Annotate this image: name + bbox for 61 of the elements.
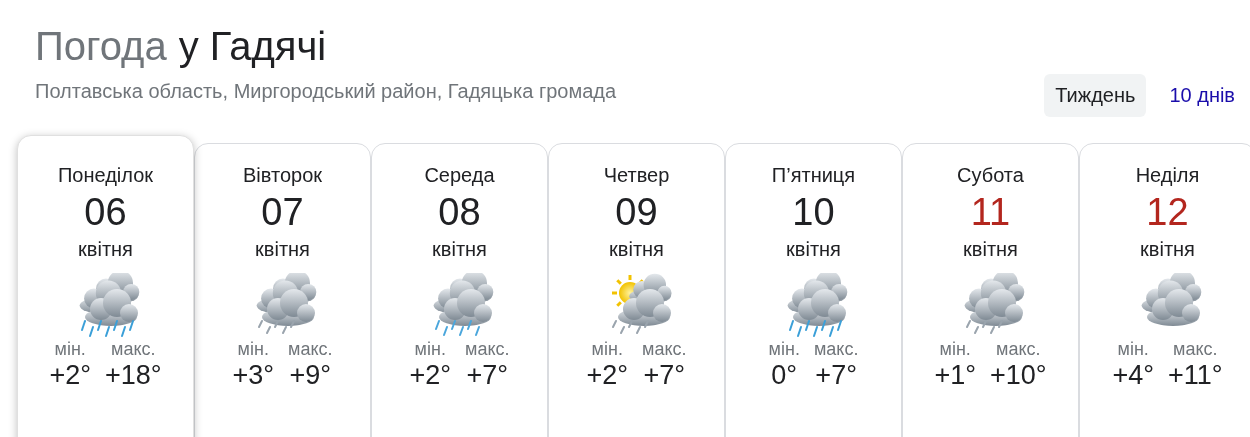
day-number: 12 bbox=[1146, 191, 1189, 234]
min-temperature: 0° bbox=[771, 360, 798, 391]
day-number: 08 bbox=[438, 191, 481, 234]
day-card[interactable]: Вівторок 07 квітня мін. макс. +3° +9° bbox=[194, 143, 371, 437]
month: квітня bbox=[609, 238, 664, 261]
weekday: Середа bbox=[424, 164, 495, 187]
day-number: 10 bbox=[792, 191, 835, 234]
day-card[interactable]: Четвер 09 квітня мін. макс. +2° +7° bbox=[548, 143, 725, 437]
month: квітня bbox=[963, 238, 1018, 261]
month: квітня bbox=[432, 238, 487, 261]
min-label: мін. bbox=[1117, 339, 1149, 360]
min-temperature: +3° bbox=[232, 360, 275, 391]
title-prefix: Погода bbox=[35, 23, 167, 70]
max-temperature: +7° bbox=[466, 360, 509, 391]
weekday: П’ятниця bbox=[771, 164, 856, 187]
min-temperature: +2° bbox=[49, 360, 91, 391]
max-label: макс. bbox=[813, 339, 859, 360]
min-label: мін. bbox=[939, 339, 971, 360]
period-tab[interactable]: Тиждень bbox=[1044, 74, 1147, 117]
max-label: макс. bbox=[288, 339, 333, 360]
day-card[interactable]: Неділя 12 квітня мін. макс. +4° +11° bbox=[1079, 143, 1250, 437]
month: квітня bbox=[255, 238, 310, 261]
weekday: Субота bbox=[957, 164, 1024, 187]
max-temperature: +18° bbox=[105, 360, 162, 391]
min-label: мін. bbox=[54, 339, 86, 360]
max-label: макс. bbox=[465, 339, 510, 360]
day-card[interactable]: П’ятниця 10 квітня мін. макс. 0° +7° bbox=[725, 143, 902, 437]
min-label: мін. bbox=[237, 339, 269, 360]
day-card[interactable]: Понеділок 06 квітня мін. макс. +2° +18° bbox=[17, 135, 194, 437]
max-temperature: +7° bbox=[815, 360, 857, 391]
month: квітня bbox=[1140, 238, 1195, 261]
day-number: 11 bbox=[970, 191, 1011, 234]
max-temperature: +7° bbox=[643, 360, 686, 391]
day-number: 06 bbox=[84, 191, 127, 234]
max-label: макс. bbox=[642, 339, 687, 360]
weekday: Четвер bbox=[603, 164, 670, 187]
min-label: мін. bbox=[414, 339, 446, 360]
max-label: макс. bbox=[111, 339, 156, 360]
weekday: Понеділок bbox=[57, 164, 154, 187]
region-text: Полтавська область, Миргородський район, Гадяцька громада bbox=[35, 80, 617, 103]
max-label: макс. bbox=[996, 339, 1041, 360]
day-number: 07 bbox=[261, 191, 304, 234]
min-temperature: +1° bbox=[934, 360, 976, 391]
period-tab[interactable]: 10 днів bbox=[1158, 74, 1246, 117]
weekday: Неділя bbox=[1135, 164, 1200, 187]
day-card[interactable]: Середа 08 квітня мін. макс. +2° +7° bbox=[371, 143, 548, 437]
min-label: мін. bbox=[591, 339, 623, 360]
day-card[interactable]: Субота 11 квітня мін. макс. +1° +10° bbox=[902, 143, 1079, 437]
max-label: макс. bbox=[1173, 339, 1218, 360]
month: квітня bbox=[786, 238, 841, 261]
min-temperature: +4° bbox=[1112, 360, 1154, 391]
place-name: у Гадячі bbox=[178, 23, 327, 70]
weekday: Вівторок bbox=[243, 164, 322, 187]
day-number: 09 bbox=[615, 191, 658, 234]
min-temperature: +2° bbox=[409, 360, 452, 391]
max-temperature: +11° bbox=[1168, 360, 1223, 391]
min-label: мін. bbox=[768, 339, 800, 360]
max-temperature: +10° bbox=[990, 360, 1047, 391]
max-temperature: +9° bbox=[289, 360, 332, 391]
min-temperature: +2° bbox=[586, 360, 629, 391]
month: квітня bbox=[78, 238, 133, 261]
